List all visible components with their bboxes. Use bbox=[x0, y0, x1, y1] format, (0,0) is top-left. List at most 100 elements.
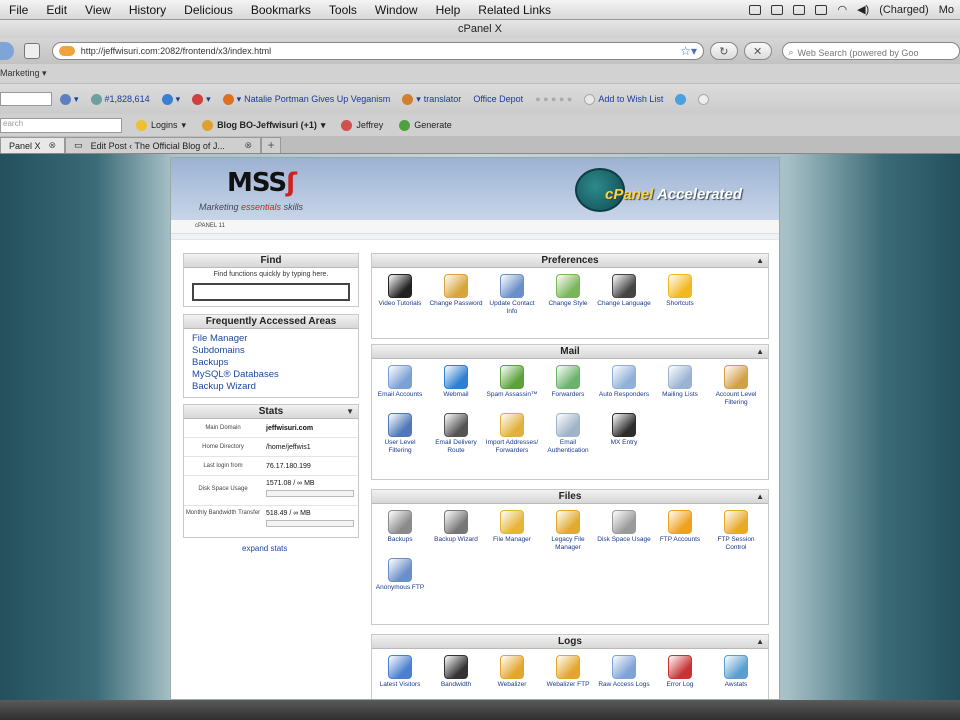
mail-item-route[interactable]: Email Delivery Route bbox=[428, 413, 484, 455]
preferences-item-star[interactable]: Shortcuts bbox=[652, 274, 708, 316]
files-item-folder-legacy[interactable]: Legacy File Manager bbox=[540, 510, 596, 552]
mail-item-auth[interactable]: Email Authentication bbox=[540, 413, 596, 455]
faa-link-file-manager[interactable]: File Manager bbox=[192, 333, 358, 345]
menu-edit[interactable]: Edit bbox=[37, 3, 76, 17]
toolbar-link[interactable]: ▾ bbox=[161, 93, 180, 105]
toolbar-clock[interactable]: ▾ bbox=[192, 93, 211, 105]
toolbar-ext-2[interactable] bbox=[698, 93, 710, 105]
collapse-icon[interactable]: ▲ bbox=[756, 254, 764, 268]
reload-button[interactable]: ↻ bbox=[709, 42, 738, 60]
collapse-icon[interactable]: ▲ bbox=[756, 345, 764, 359]
faa-link-backups[interactable]: Backups bbox=[192, 357, 358, 369]
toolbar-rank[interactable]: #1,828,614 bbox=[90, 93, 150, 105]
back-button[interactable] bbox=[0, 42, 14, 60]
sync-icon[interactable] bbox=[815, 4, 828, 15]
wizard-icon bbox=[444, 510, 468, 534]
menu-history[interactable]: History bbox=[120, 3, 175, 17]
wifi-icon[interactable]: ◠ bbox=[837, 3, 847, 16]
logs-item-bandwidth[interactable]: Bandwidth bbox=[428, 655, 484, 689]
close-icon[interactable]: ⊗ bbox=[49, 140, 57, 151]
menu-tools[interactable]: Tools bbox=[320, 3, 366, 17]
stop-button[interactable]: ✕ bbox=[743, 42, 772, 60]
faa-link-backup-wizard[interactable]: Backup Wizard bbox=[192, 381, 358, 393]
logs-item-visitors[interactable]: Latest Visitors bbox=[372, 655, 428, 689]
files-item-disk[interactable]: Disk Space Usage bbox=[596, 510, 652, 552]
toolbar-ext-1[interactable] bbox=[675, 93, 687, 105]
collapse-icon[interactable]: ▲ bbox=[756, 490, 764, 504]
faa-link-mysql[interactable]: MySQL® Databases bbox=[192, 369, 358, 381]
preferences-item-key[interactable]: Change Password bbox=[428, 274, 484, 316]
mail-item-import[interactable]: Import Addresses/ Forwarders bbox=[484, 413, 540, 455]
toolbar-search-input[interactable]: earch bbox=[0, 117, 122, 133]
toolbar-wishlist[interactable]: Add to Wish List bbox=[584, 93, 663, 105]
star-icon bbox=[668, 274, 692, 298]
toolbar-jeffrey[interactable]: Jeffrey bbox=[341, 119, 383, 131]
files-item-ftp-session[interactable]: FTP Session Control bbox=[708, 510, 764, 552]
battery-status[interactable]: (Charged) bbox=[879, 4, 929, 16]
mail-item-spam[interactable]: Spam Assassin™ bbox=[484, 365, 540, 407]
collapse-icon[interactable]: ▼ bbox=[346, 405, 354, 419]
faa-link-subdomains[interactable]: Subdomains bbox=[192, 345, 358, 357]
toolbar-news[interactable]: ▾ Natalie Portman Gives Up Veganism bbox=[222, 93, 390, 105]
toolbar-generate[interactable]: Generate bbox=[399, 119, 452, 131]
logs-item-error-log[interactable]: Error Log bbox=[652, 655, 708, 689]
tab-cpanel[interactable]: Panel X ⊗ bbox=[0, 137, 66, 153]
breadcrumb[interactable]: cPANEL 11 bbox=[171, 220, 779, 234]
mail-item-list[interactable]: Mailing Lists bbox=[652, 365, 708, 407]
mail-item-label: User Level Filtering bbox=[384, 439, 416, 454]
url-bar[interactable]: http://jeffwisuri.com:2082/frontend/x3/i… bbox=[51, 42, 704, 60]
user-menu[interactable]: Mo bbox=[939, 4, 954, 16]
menu-extras: ◠ ◀) (Charged) Mo bbox=[749, 3, 960, 16]
find-input[interactable] bbox=[192, 283, 350, 301]
bookmark-star-icon[interactable]: ☆▾ bbox=[680, 44, 697, 58]
logs-item-webalizer-ftp[interactable]: Webalizer FTP bbox=[540, 655, 596, 689]
collapse-icon[interactable]: ▲ bbox=[756, 635, 764, 649]
preferences-item-contact[interactable]: Update Contact Info bbox=[484, 274, 540, 316]
close-icon[interactable]: ⊗ bbox=[245, 140, 253, 151]
bandwidth-label: Monthly Bandwidth Transfer bbox=[185, 510, 261, 516]
files-item-folder[interactable]: File Manager bbox=[484, 510, 540, 552]
menu-view[interactable]: View bbox=[76, 3, 120, 17]
toolbar-blog[interactable]: Blog BO-Jeffwisuri (+1) ▾ bbox=[202, 119, 325, 131]
logs-item-webalizer[interactable]: Webalizer bbox=[484, 655, 540, 689]
mail-item-globe[interactable]: Webmail bbox=[428, 365, 484, 407]
menu-window[interactable]: Window bbox=[366, 3, 427, 17]
preferences-item-palette[interactable]: Change Style bbox=[540, 274, 596, 316]
tab-edit-post[interactable]: ▭ Edit Post ‹ The Official Blog of J... … bbox=[65, 137, 262, 153]
toolbar-input[interactable] bbox=[0, 92, 52, 106]
web-search-input[interactable]: ⌕ Web Search (powered by Goo bbox=[781, 42, 960, 60]
menu-bookmarks[interactable]: Bookmarks bbox=[242, 3, 320, 17]
toolbar-rating[interactable]: ● ● ● ● ● bbox=[535, 94, 572, 104]
preferences-item-language[interactable]: Change Language bbox=[596, 274, 652, 316]
files-item-ftp[interactable]: FTP Accounts bbox=[652, 510, 708, 552]
menu-delicious[interactable]: Delicious bbox=[175, 3, 242, 17]
mail-item-envelope[interactable]: Email Accounts bbox=[372, 365, 428, 407]
mail-item-forward[interactable]: Forwarders bbox=[540, 365, 596, 407]
files-item-wizard[interactable]: Backup Wizard bbox=[428, 510, 484, 552]
volume-icon[interactable]: ◀) bbox=[857, 3, 869, 16]
files-item-anon-ftp[interactable]: Anonymous FTP bbox=[372, 558, 428, 592]
toolbar-translator[interactable]: ▾ translator bbox=[402, 93, 461, 105]
home-icon[interactable] bbox=[23, 43, 40, 59]
toolbar-office[interactable]: Office Depot bbox=[473, 94, 523, 104]
logs-item-awstats[interactable]: Awstats bbox=[708, 655, 764, 689]
menu-help[interactable]: Help bbox=[427, 3, 470, 17]
mail-item-filter-user[interactable]: User Level Filtering bbox=[372, 413, 428, 455]
toolbar-search-button[interactable]: ▾ bbox=[60, 93, 79, 105]
toolbar-logins[interactable]: Logins ▾ bbox=[136, 119, 186, 131]
files-item-backup[interactable]: Backups bbox=[372, 510, 428, 552]
menu-related-links[interactable]: Related Links bbox=[469, 3, 560, 17]
expand-stats-link[interactable]: expand stats bbox=[242, 544, 287, 553]
bookmark-marketing[interactable]: Marketing ▾ bbox=[0, 68, 47, 79]
mail-item-mx[interactable]: MX Entry bbox=[596, 413, 652, 455]
camera-icon[interactable] bbox=[749, 4, 762, 15]
window-icon[interactable] bbox=[771, 4, 784, 15]
logs-item-raw-log[interactable]: Raw Access Logs bbox=[596, 655, 652, 689]
mail-item-filter[interactable]: Account Level Filtering bbox=[708, 365, 764, 407]
new-tab-button[interactable]: + bbox=[261, 137, 282, 153]
menu-file[interactable]: File bbox=[0, 3, 37, 17]
mail-item-autoresponder[interactable]: Auto Responders bbox=[596, 365, 652, 407]
preferences-item-video[interactable]: Video Tutorials bbox=[372, 274, 428, 316]
url-text[interactable]: http://jeffwisuri.com:2082/frontend/x3/i… bbox=[81, 46, 680, 56]
grid-icon[interactable] bbox=[793, 4, 806, 15]
